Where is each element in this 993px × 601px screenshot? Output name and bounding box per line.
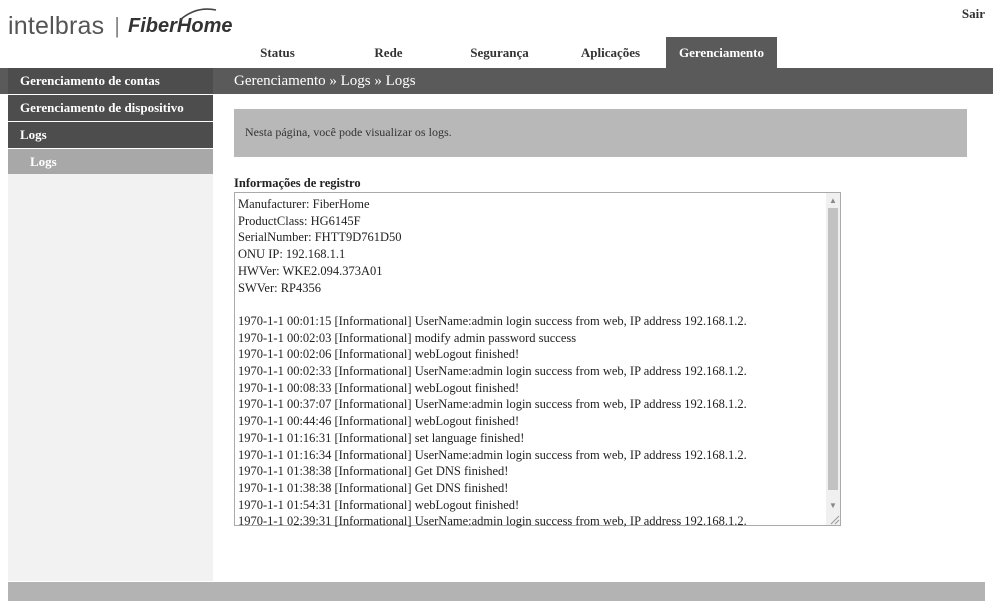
brand-logo: intelbras | FiberHome <box>8 8 232 44</box>
logo-swoosh-icon <box>179 8 217 21</box>
log-line: SerialNumber: FHTT9D761D50 <box>238 230 402 245</box>
log-line: 1970-1-1 01:16:31 [Informational] set la… <box>238 430 525 445</box>
footer-bar <box>8 582 985 601</box>
logout-link[interactable]: Sair <box>962 6 985 22</box>
logo-separator: | <box>114 13 121 38</box>
log-line: 1970-1-1 00:02:03 [Informational] modify… <box>238 330 577 345</box>
scroll-up-arrow-icon[interactable]: ▲ <box>826 194 840 208</box>
info-box: Nesta página, você pode visualizar os lo… <box>234 109 967 157</box>
tab-aplicacoes[interactable]: Aplicações <box>555 37 666 68</box>
log-line: ProductClass: HG6145F <box>238 213 361 228</box>
scroll-thumb[interactable] <box>828 208 838 490</box>
log-line: 1970-1-1 01:38:38 [Informational] Get DN… <box>238 464 509 479</box>
sidebar-subitem-logs[interactable]: Logs <box>8 149 213 174</box>
logo-intelbras: intelbras <box>8 11 105 40</box>
log-line: 1970-1-1 00:02:06 [Informational] webLog… <box>238 347 520 362</box>
sidebar-item-gerenciamento-de-dispositivo[interactable]: Gerenciamento de dispositivo <box>8 95 213 122</box>
sidebar: Gerenciamento de contas Gerenciamento de… <box>8 68 213 581</box>
log-line: 1970-1-1 00:08:33 [Informational] webLog… <box>238 380 520 395</box>
log-line: SWVer: RP4356 <box>238 280 321 295</box>
scroll-down-arrow-icon[interactable]: ▼ <box>826 499 840 513</box>
log-textarea[interactable]: Manufacturer: FiberHome ProductClass: HG6… <box>234 192 841 528</box>
tab-rede[interactable]: Rede <box>333 37 444 68</box>
main-nav: Status Rede Segurança Aplicações Gerenci… <box>222 37 777 68</box>
log-line: 1970-1-1 00:44:46 [Informational] webLog… <box>238 414 520 429</box>
sidebar-item-logs[interactable]: Logs <box>8 122 213 149</box>
log-line: 1970-1-1 01:16:34 [Informational] UserNa… <box>238 447 747 462</box>
log-content: Manufacturer: FiberHome ProductClass: HG6… <box>238 196 826 530</box>
log-line: 1970-1-1 00:01:15 [Informational] UserNa… <box>238 313 747 328</box>
log-line: 1970-1-1 01:38:38 [Informational] Get DN… <box>238 480 509 495</box>
sidebar-item-gerenciamento-de-contas[interactable]: Gerenciamento de contas <box>8 68 213 95</box>
log-line: 1970-1-1 00:02:33 [Informational] UserNa… <box>238 364 747 379</box>
log-line: HWVer: WKE2.094.373A01 <box>238 263 383 278</box>
info-text: Nesta página, você pode visualizar os lo… <box>245 125 452 139</box>
tab-gerenciamento[interactable]: Gerenciamento <box>666 37 777 68</box>
log-line: 1970-1-1 00:37:07 [Informational] UserNa… <box>238 397 747 412</box>
tab-seguranca[interactable]: Segurança <box>444 37 555 68</box>
log-line: ONU IP: 192.168.1.1 <box>238 247 346 262</box>
log-line: 1970-1-1 02:39:31 [Informational] UserNa… <box>238 514 747 529</box>
breadcrumb: Gerenciamento » Logs » Logs <box>234 73 416 89</box>
resize-grip-icon[interactable] <box>828 513 840 525</box>
log-line: Manufacturer: FiberHome <box>238 197 370 211</box>
tab-status[interactable]: Status <box>222 37 333 68</box>
section-label: Informações de registro <box>234 176 361 190</box>
log-scrollbar[interactable]: ▲ ▼ <box>826 193 840 525</box>
log-line: 1970-1-1 01:54:31 [Informational] webLog… <box>238 497 520 512</box>
